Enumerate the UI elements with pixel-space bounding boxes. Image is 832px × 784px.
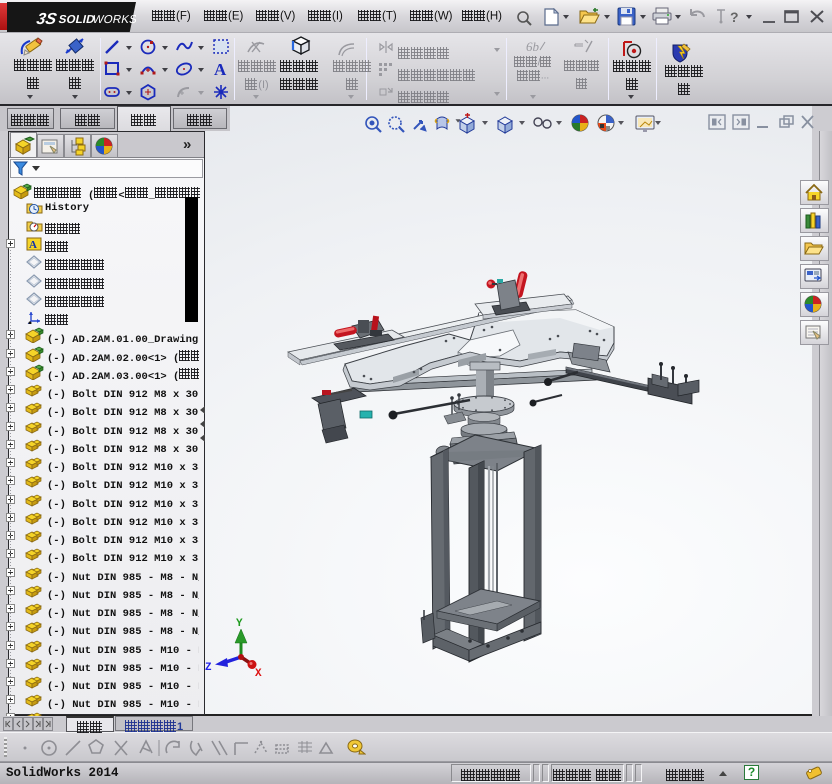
- svg-text:Y: Y: [236, 618, 243, 630]
- svg-text:SOLID: SOLID: [57, 13, 96, 26]
- svg-text:X: X: [255, 668, 262, 680]
- svg-text:3S: 3S: [35, 10, 59, 28]
- svg-text:6b: 6b: [526, 39, 540, 54]
- svg-text:?: ?: [730, 9, 739, 25]
- svg-text:A: A: [29, 239, 37, 251]
- svg-text:WORKS: WORKS: [91, 13, 136, 26]
- svg-text:A: A: [214, 60, 227, 78]
- svg-text:Z: Z: [205, 662, 212, 674]
